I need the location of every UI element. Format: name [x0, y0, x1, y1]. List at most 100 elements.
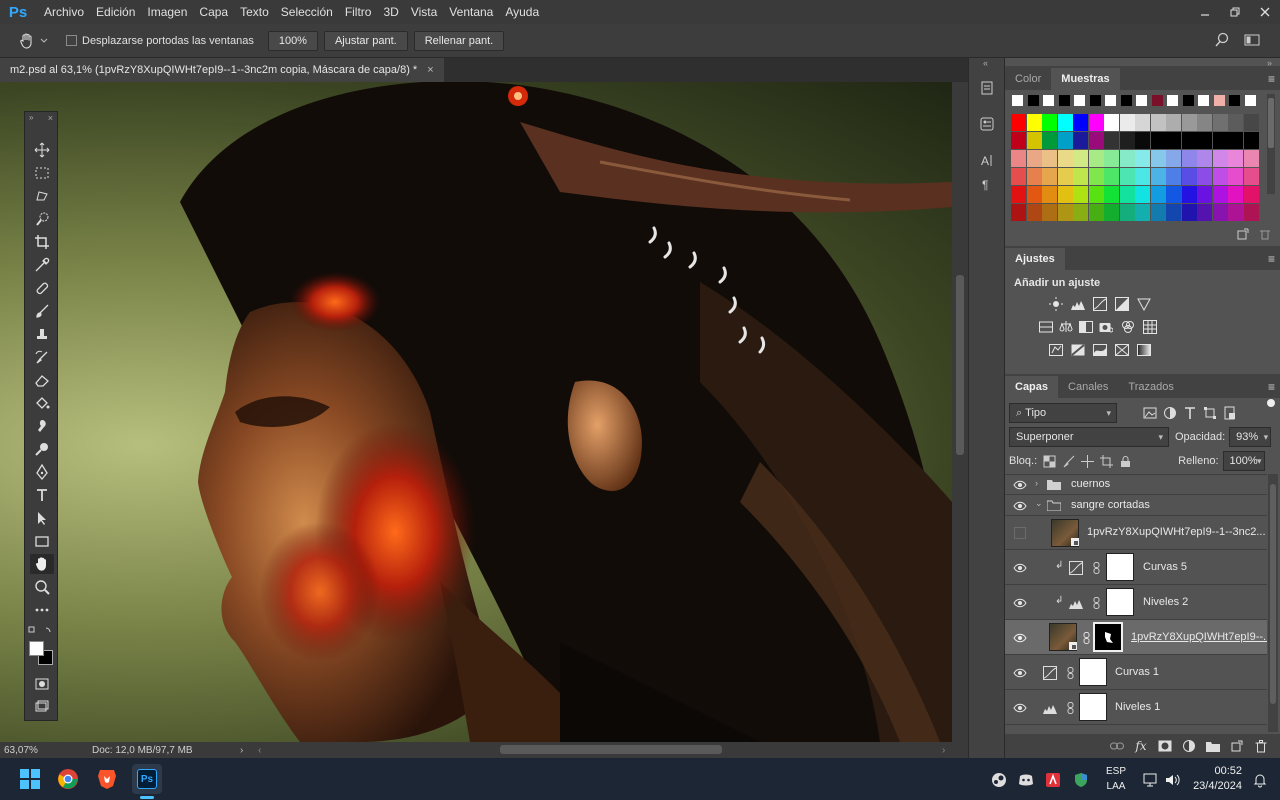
column-collapse-icon[interactable]: « [983, 58, 988, 68]
layer-mask-thumbnail-active[interactable] [1093, 622, 1123, 652]
hand-tool[interactable] [30, 554, 54, 574]
layer-row[interactable]: Curvas 1 [1005, 655, 1267, 690]
swatch[interactable] [1243, 132, 1259, 149]
swatch[interactable] [1073, 168, 1088, 185]
swatch[interactable] [1119, 150, 1135, 167]
dodge-tool[interactable] [30, 439, 54, 459]
swatch[interactable] [1135, 150, 1150, 167]
layer-name[interactable]: Niveles 1 [1115, 701, 1160, 713]
swatch[interactable] [1042, 186, 1057, 203]
swatch[interactable] [1088, 168, 1104, 185]
swatch[interactable] [1243, 168, 1259, 185]
gradient-map-adjustment-button[interactable] [1135, 342, 1153, 358]
layer-mask-thumbnail[interactable] [1106, 588, 1134, 616]
visibility-eye-icon[interactable] [1013, 499, 1027, 513]
quick-selection-tool[interactable] [30, 209, 54, 229]
layer-name[interactable]: Curvas 1 [1115, 666, 1159, 678]
fit-screen-button[interactable]: Ajustar pant. [323, 30, 408, 51]
swatch[interactable] [1181, 168, 1197, 185]
delete-layer-button[interactable] [1249, 736, 1273, 756]
layer-name[interactable]: 1pvRzY8XupQIWHt7epI9--1--3nc2... [1087, 526, 1266, 538]
swatch[interactable] [1104, 132, 1119, 149]
swatch[interactable] [1228, 150, 1243, 167]
layer-row[interactable]: › cuernos [1005, 475, 1267, 495]
swatch[interactable] [1166, 94, 1179, 107]
swatch[interactable] [1197, 114, 1212, 131]
swatch-scrollbar[interactable] [1267, 94, 1275, 194]
visibility-eye-icon[interactable] [1013, 478, 1027, 492]
menu-capa[interactable]: Capa [193, 0, 234, 24]
crop-tool[interactable] [30, 232, 54, 252]
selective-color-adjustment-button[interactable] [1113, 342, 1131, 358]
steam-tray-button[interactable] [985, 766, 1013, 794]
new-group-button[interactable] [1201, 736, 1225, 756]
swatch[interactable] [1181, 94, 1195, 107]
exposure-adjustment-button[interactable] [1113, 296, 1131, 312]
photoshop-app-button[interactable]: Ps [132, 764, 162, 794]
filter-pixel-button[interactable] [1143, 406, 1157, 420]
visibility-eye-icon[interactable] [1013, 631, 1027, 645]
swatch[interactable] [1181, 150, 1197, 167]
workspace-button[interactable] [1244, 32, 1260, 48]
swatch-grid[interactable] [1005, 92, 1280, 224]
swatch[interactable] [1011, 186, 1026, 203]
swatch[interactable] [1228, 132, 1243, 149]
layer-row[interactable]: ↲ Curvas 5 [1005, 550, 1267, 585]
swatch[interactable] [1011, 114, 1026, 131]
swatch[interactable] [1135, 114, 1150, 131]
close-window-button[interactable] [1250, 0, 1280, 24]
swatch-scroll-thumb[interactable] [1268, 98, 1274, 148]
panel-menu-icon[interactable]: ≡ [1268, 72, 1275, 86]
pen-tool[interactable] [30, 462, 54, 482]
swatch[interactable] [1243, 204, 1259, 221]
swap-colors-area[interactable] [28, 626, 54, 636]
lock-pixels-button[interactable] [1062, 455, 1075, 468]
swatch[interactable] [1011, 168, 1026, 185]
search-button[interactable] [1214, 32, 1230, 48]
tab-channels[interactable]: Canales [1058, 376, 1118, 398]
scroll-all-windows-option[interactable]: Desplazarse portodas las ventanas [66, 35, 254, 47]
swatch[interactable] [1197, 94, 1210, 107]
posterize-adjustment-button[interactable] [1069, 342, 1087, 358]
swatch[interactable] [1042, 132, 1057, 149]
quick-mask-button[interactable] [30, 674, 54, 694]
swatch[interactable] [1104, 168, 1119, 185]
toolbox-collapse-icon[interactable]: » [29, 113, 33, 122]
swatch[interactable] [1119, 114, 1135, 131]
brush-tool[interactable] [30, 301, 54, 321]
swatch[interactable] [1197, 204, 1212, 221]
swatch[interactable] [1228, 204, 1243, 221]
zoom-100-button[interactable]: 100% [267, 30, 318, 51]
swatch[interactable] [1073, 114, 1088, 131]
chrome-app-button[interactable] [54, 765, 82, 793]
swatch[interactable] [1212, 150, 1228, 167]
swatch[interactable] [1057, 186, 1073, 203]
swatch[interactable] [1026, 168, 1042, 185]
clone-stamp-tool[interactable] [30, 324, 54, 344]
channel-mixer-adjustment-button[interactable] [1119, 319, 1137, 335]
blend-mode-dropdown[interactable]: Superponer ▾ [1009, 427, 1169, 447]
swatch[interactable] [1212, 114, 1228, 131]
visibility-eye-icon[interactable] [1013, 596, 1027, 610]
swatch[interactable] [1073, 204, 1088, 221]
menu-texto[interactable]: Texto [234, 0, 275, 24]
swatch[interactable] [1150, 114, 1166, 131]
toolbox-close-icon[interactable]: × [48, 113, 53, 123]
swatch[interactable] [1042, 150, 1057, 167]
swatch[interactable] [1026, 114, 1042, 131]
swatch[interactable] [1181, 186, 1197, 203]
swatch[interactable] [1228, 114, 1243, 131]
history-brush-tool[interactable] [30, 347, 54, 367]
swatch[interactable] [1166, 132, 1181, 149]
more-tools[interactable] [30, 600, 54, 620]
status-menu-arrow-icon[interactable]: › [240, 745, 243, 756]
scroll-all-checkbox[interactable] [66, 35, 77, 46]
swatch[interactable] [1166, 204, 1181, 221]
curves-adjustment-button[interactable] [1091, 296, 1109, 312]
swatch[interactable] [1243, 114, 1259, 131]
menu-archivo[interactable]: Archivo [38, 0, 90, 24]
layer-name[interactable]: Curvas 5 [1143, 561, 1187, 573]
swatch[interactable] [1150, 132, 1166, 149]
type-tool[interactable] [30, 485, 54, 505]
hand-tool-preset[interactable] [18, 32, 48, 50]
